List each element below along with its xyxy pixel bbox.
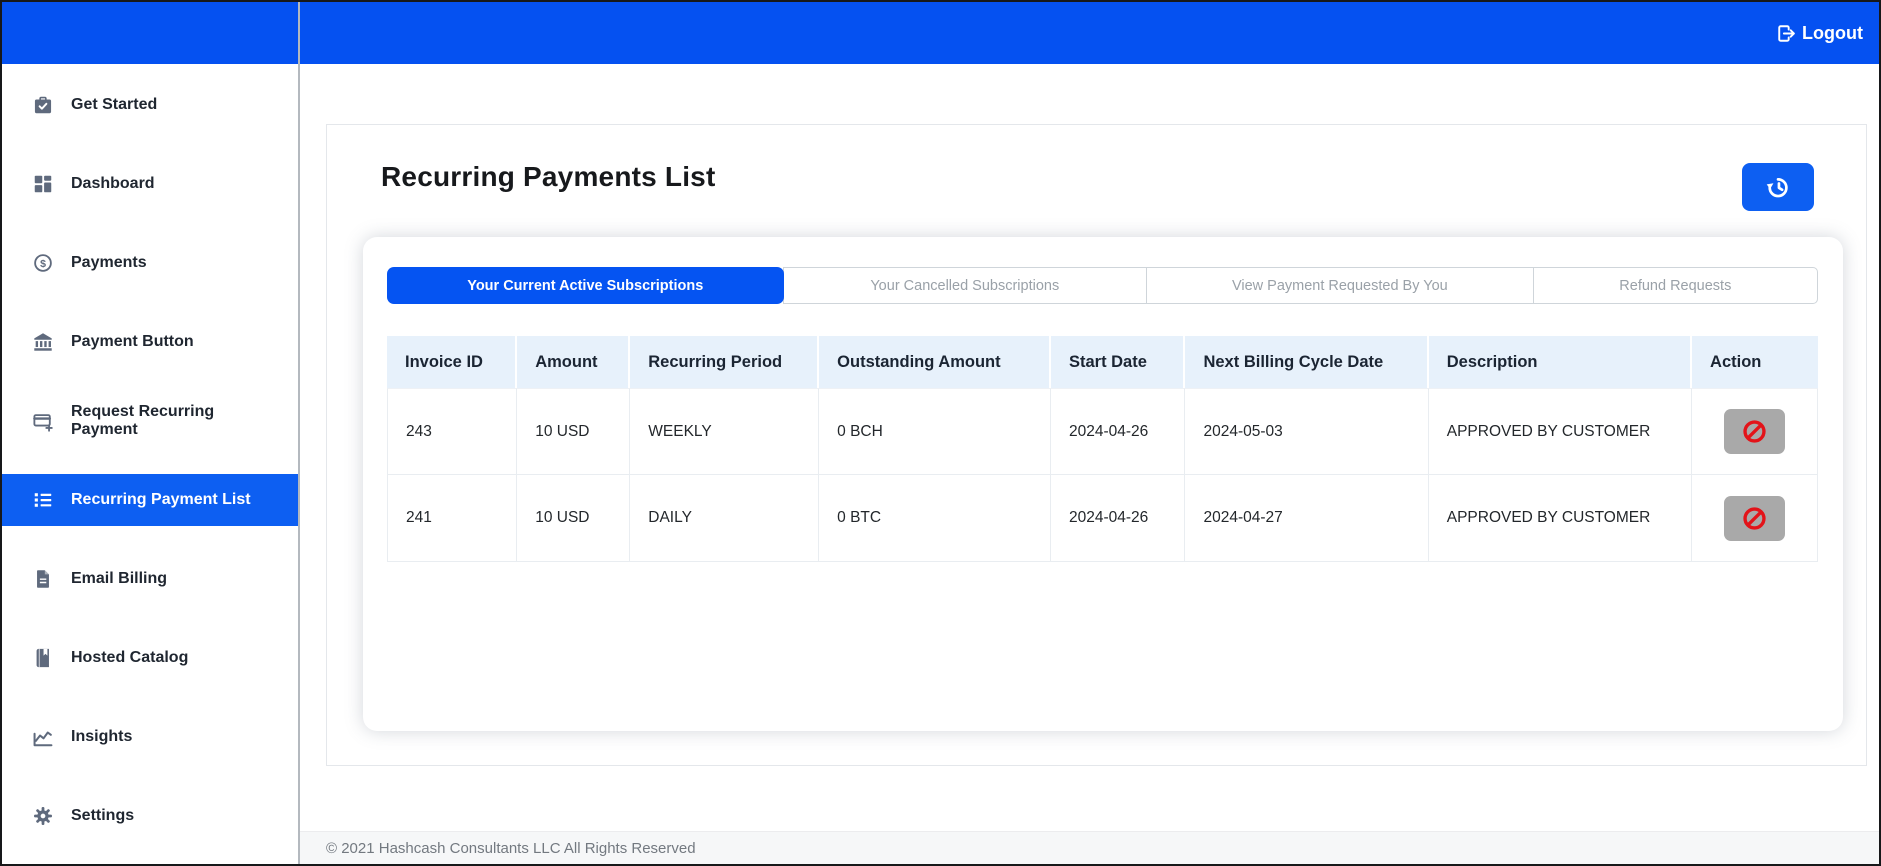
tab-view-payment-requested-by-you[interactable]: View Payment Requested By You [1146, 267, 1534, 304]
sign-out-icon [1776, 23, 1797, 44]
main-column: Logout Recurring Payments List Your Curr… [300, 2, 1879, 864]
recurring-period-cell: DAILY [630, 475, 820, 562]
invoice-id-cell: 241 [387, 475, 518, 562]
description-cell: APPROVED BY CUSTOMER [1428, 475, 1693, 562]
invoice-id-cell: 243 [387, 388, 518, 475]
cancel-subscription-button[interactable] [1724, 495, 1786, 541]
cancel-subscription-button[interactable] [1724, 409, 1786, 454]
column-header-amount: Amount [517, 336, 631, 388]
action-cell [1692, 388, 1818, 475]
cancel-ban-icon [1741, 418, 1768, 445]
app-window: Get Started Dashboard $ Payments Payment But… [0, 0, 1881, 866]
panel-header: Recurring Payments List [327, 125, 1866, 211]
dashboard-grid-icon [32, 173, 54, 195]
sidebar-item-label: Get Started [71, 95, 158, 113]
action-cell [1692, 475, 1818, 562]
table-row: 243 10 USD WEEKLY 0 BCH 2024-04-26 2024-05-03… [387, 388, 1818, 475]
start-date-cell: 2024-04-26 [1050, 475, 1186, 562]
column-header-start-date: Start Date [1050, 336, 1186, 388]
column-header-recurring-period: Recurring Period [630, 336, 820, 388]
recurring-payments-panel: Recurring Payments List Your Current Act… [326, 124, 1867, 766]
start-date-cell: 2024-04-26 [1050, 388, 1186, 475]
column-header-invoice-id: Invoice ID [387, 336, 518, 388]
sidebar-item-hosted-catalog[interactable]: Hosted Catalog [2, 632, 298, 684]
cancel-ban-icon [1741, 505, 1768, 532]
sidebar: Get Started Dashboard $ Payments Payment But… [2, 2, 300, 864]
sidebar-item-email-billing[interactable]: Email Billing [2, 553, 298, 605]
column-header-next-billing-cycle-date: Next Billing Cycle Date [1185, 336, 1429, 388]
tab-bar: Your Current Active Subscriptions Your Ca… [387, 267, 1818, 304]
tab-your-cancelled-subscriptions[interactable]: Your Cancelled Subscriptions [782, 267, 1148, 304]
sidebar-item-dashboard[interactable]: Dashboard [2, 158, 298, 210]
card-plus-icon [32, 410, 54, 432]
footer: © 2021 Hashcash Consultants LLC All Righ… [300, 831, 1879, 864]
sidebar-item-payment-button[interactable]: Payment Button [2, 316, 298, 368]
subscriptions-table: Invoice ID Amount Recurring Period Outstand… [387, 336, 1818, 562]
topbar: Logout [300, 2, 1879, 64]
sidebar-item-get-started[interactable]: Get Started [2, 79, 298, 131]
svg-text:$: $ [40, 258, 46, 270]
logout-button[interactable]: Logout [1770, 22, 1869, 45]
sidebar-item-label: Insights [71, 727, 133, 745]
sidebar-item-request-recurring-payment[interactable]: Request Recurring Payment [2, 395, 298, 447]
page-title: Recurring Payments List [381, 161, 716, 192]
sidebar-item-label: Email Billing [71, 569, 168, 587]
column-header-description: Description [1428, 336, 1693, 388]
sidebar-item-label: Payment Button [71, 332, 194, 350]
amount-cell: 10 USD [517, 475, 631, 562]
sidebar-item-label: Hosted Catalog [71, 648, 189, 666]
book-icon [32, 647, 54, 669]
outstanding-amount-cell: 0 BCH [819, 388, 1051, 475]
sidebar-item-label: Settings [71, 806, 135, 824]
sidebar-item-insights[interactable]: Insights [2, 711, 298, 763]
sidebar-item-label: Payments [71, 253, 147, 271]
briefcase-check-icon [32, 94, 54, 116]
tab-your-current-active-subscriptions[interactable]: Your Current Active Subscriptions [387, 267, 784, 304]
content-area: Recurring Payments List Your Current Act… [300, 64, 1879, 831]
column-header-outstanding-amount: Outstanding Amount [819, 336, 1051, 388]
next-billing-cycle-date-cell: 2024-05-03 [1185, 388, 1429, 475]
dollar-circle-icon: $ [32, 252, 54, 274]
tab-refund-requests[interactable]: Refund Requests [1532, 267, 1818, 304]
table-row: 241 10 USD DAILY 0 BTC 2024-04-26 2024-04-27 A… [387, 475, 1818, 562]
recurring-period-cell: WEEKLY [630, 388, 820, 475]
gear-icon [32, 805, 54, 827]
sidebar-item-label: Recurring Payment List [71, 490, 251, 508]
table-head: Invoice ID Amount Recurring Period Outstand… [387, 336, 1818, 388]
column-header-action: Action [1692, 336, 1818, 388]
outstanding-amount-cell: 0 BTC [819, 475, 1051, 562]
sidebar-item-label: Request Recurring Payment [71, 402, 215, 438]
history-icon [1765, 174, 1792, 201]
list-icon [32, 489, 54, 511]
sidebar-item-settings[interactable]: Settings [2, 790, 298, 842]
description-cell: APPROVED BY CUSTOMER [1428, 388, 1693, 475]
copyright-text: © 2021 Hashcash Consultants LLC All Righ… [326, 839, 696, 857]
refresh-button[interactable] [1742, 163, 1814, 211]
logout-label: Logout [1802, 22, 1863, 43]
table-header-row: Invoice ID Amount Recurring Period Outstand… [387, 336, 1818, 388]
bank-icon [32, 331, 54, 353]
sidebar-item-recurring-payment-list[interactable]: Recurring Payment List [2, 474, 298, 526]
amount-cell: 10 USD [517, 388, 631, 475]
sidebar-item-payments[interactable]: $ Payments [2, 237, 298, 289]
sidebar-item-label: Dashboard [71, 174, 155, 192]
logo-block [2, 2, 298, 64]
chart-line-icon [32, 726, 54, 748]
sidebar-nav: Get Started Dashboard $ Payments Payment But… [2, 64, 298, 864]
document-icon [32, 568, 54, 590]
table-body: 243 10 USD WEEKLY 0 BCH 2024-04-26 2024-05-03… [387, 388, 1818, 562]
next-billing-cycle-date-cell: 2024-04-27 [1185, 475, 1429, 562]
subscriptions-card: Your Current Active Subscriptions Your Ca… [363, 237, 1843, 731]
table-wrapper: Invoice ID Amount Recurring Period Outstand… [387, 336, 1818, 562]
